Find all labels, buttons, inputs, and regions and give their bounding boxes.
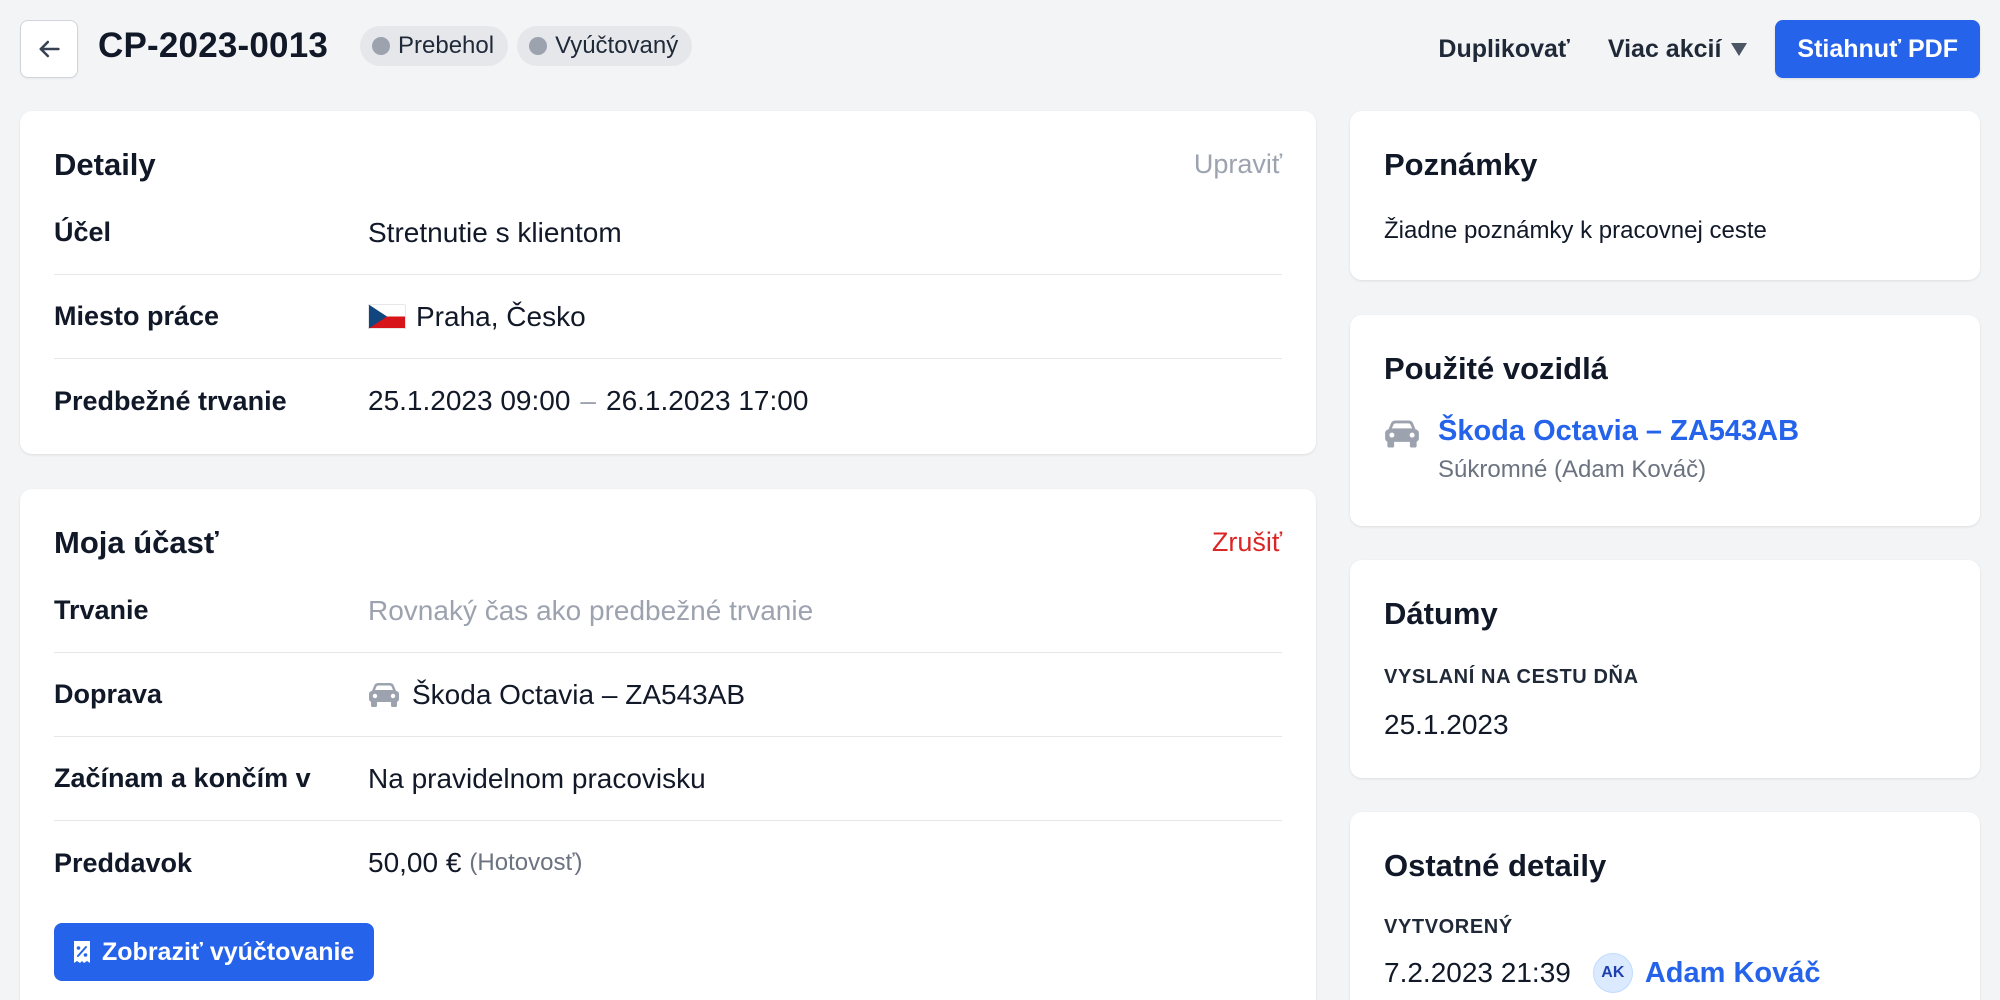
detail-row-workplace: Miesto práce Praha, Česko bbox=[54, 275, 1282, 359]
participation-value-wrap: Škoda Octavia – ZA543AB bbox=[368, 679, 745, 711]
edit-button[interactable]: Upraviť bbox=[1194, 149, 1282, 180]
receipt-icon bbox=[74, 941, 90, 963]
car-icon bbox=[1384, 419, 1420, 484]
detail-label: Predbežné trvanie bbox=[54, 385, 287, 416]
cz-flag-icon bbox=[368, 304, 406, 329]
vehicle-text: Škoda Octavia – ZA543AB Súkromné (Adam K… bbox=[1438, 415, 1799, 484]
caret-down-icon bbox=[1731, 42, 1748, 56]
vehicle-item: Škoda Octavia – ZA543AB Súkromné (Adam K… bbox=[1384, 415, 1799, 484]
more-actions-label: Viac akcií bbox=[1607, 34, 1722, 63]
status-badges: Prebehol Vyúčtovaný bbox=[360, 26, 693, 66]
participation-row-start-end: Začínam a končím v Na pravidelnom pracov… bbox=[54, 737, 1282, 821]
car-icon bbox=[368, 682, 400, 708]
vehicle-owner: Súkromné (Adam Kováč) bbox=[1438, 456, 1707, 483]
participation-value: Rovnaký čas ako predbežné trvanie bbox=[368, 594, 814, 626]
more-actions-dropdown[interactable]: Viac akcií bbox=[1608, 35, 1748, 64]
participation-label: Začínam a končím v bbox=[54, 763, 311, 793]
detail-value-wrap: 25.1.2023 09:00 – 26.1.2023 17:00 bbox=[368, 385, 808, 417]
arrow-left-icon bbox=[39, 40, 60, 58]
detail-label: Miesto práce bbox=[54, 301, 220, 331]
participation-value: Na pravidelnom pracovisku bbox=[368, 762, 706, 794]
download-pdf-button[interactable]: Stiahnuť PDF bbox=[1775, 20, 1980, 78]
status-dot-icon bbox=[529, 37, 548, 55]
participation-label: Doprava bbox=[54, 679, 163, 709]
participation-row-duration: Trvanie Rovnaký čas ako predbežné trvani… bbox=[54, 569, 1282, 653]
participation-row-transport: Doprava Škoda Octavia – ZA543AB bbox=[54, 653, 1282, 737]
other-details-title: Ostatné detaily bbox=[1384, 848, 1607, 883]
duration-end: 26.1.2023 17:00 bbox=[606, 385, 809, 416]
page-header: CP-2023-0013 Prebehol Vyúčtovaný Dupliko… bbox=[20, 18, 1980, 78]
created-label: VYTVORENÝ bbox=[1384, 916, 1513, 938]
details-rows: Účel Stretnutie s klientom Miesto práce … bbox=[54, 191, 1282, 443]
detail-value-wrap: Praha, Česko bbox=[368, 301, 586, 333]
show-settlement-button[interactable]: Zobraziť vyúčtovanie bbox=[54, 923, 375, 981]
dates-title: Dátumy bbox=[1384, 596, 1498, 631]
vehicles-card: Použité vozidlá Škoda Octavia – ZA543AB … bbox=[1350, 315, 1980, 526]
detail-label: Účel bbox=[54, 217, 112, 247]
detail-value: Stretnutie s klientom bbox=[368, 216, 622, 248]
advance-amount: 50,00 € bbox=[368, 847, 462, 878]
notes-empty-text: Žiadne poznámky k pracovnej ceste bbox=[1384, 217, 1767, 244]
details-card: Detaily Upraviť Účel Stretnutie s klient… bbox=[20, 111, 1316, 454]
cancel-participation-button[interactable]: Zrušiť bbox=[1212, 527, 1282, 558]
creator-link[interactable]: Adam Kováč bbox=[1645, 957, 1821, 990]
detail-row-purpose: Účel Stretnutie s klientom bbox=[54, 191, 1282, 275]
vehicle-link[interactable]: Škoda Octavia – ZA543AB bbox=[1438, 415, 1799, 448]
show-settlement-label: Zobraziť vyúčtovanie bbox=[102, 937, 355, 966]
created-info: 7.2.2023 21:39 AK Adam Kováč bbox=[1384, 953, 1821, 993]
other-details-card: Ostatné detaily VYTVORENÝ 7.2.2023 21:39… bbox=[1350, 812, 1980, 1000]
page-title: CP-2023-0013 bbox=[98, 26, 329, 65]
duration-separator: – bbox=[580, 385, 596, 416]
created-date: 7.2.2023 21:39 bbox=[1384, 957, 1571, 988]
detail-row-duration: Predbežné trvanie 25.1.2023 09:00 – 26.1… bbox=[54, 359, 1282, 443]
header-actions: Duplikovať Viac akcií Stiahnuť PDF bbox=[1438, 20, 1980, 78]
participation-card: Moja účasť Zrušiť Trvanie Rovnaký čas ak… bbox=[20, 489, 1316, 1000]
status-badge-label: Vyúčtovaný bbox=[555, 32, 679, 59]
status-dot-icon bbox=[372, 37, 390, 55]
dates-card: Dátumy VYSLANÍ NA CESTU DŇA 25.1.2023 bbox=[1350, 560, 1980, 778]
detail-value: Praha, Česko bbox=[416, 300, 586, 332]
duplicate-button[interactable]: Duplikovať bbox=[1438, 35, 1569, 64]
duration-start: 25.1.2023 09:00 bbox=[368, 385, 571, 416]
vehicles-title: Použité vozidlá bbox=[1384, 351, 1608, 386]
participation-title: Moja účasť bbox=[54, 525, 219, 560]
status-badge-completed: Prebehol bbox=[360, 26, 509, 66]
participation-value: Škoda Octavia – ZA543AB bbox=[412, 678, 746, 710]
details-title: Detaily bbox=[54, 147, 156, 182]
notes-card: Poznámky Žiadne poznámky k pracovnej ces… bbox=[1350, 111, 1980, 280]
participation-row-advance: Preddavok 50,00 € (Hotovosť) bbox=[54, 821, 1282, 905]
sent-date-label: VYSLANÍ NA CESTU DŇA bbox=[1384, 666, 1639, 688]
notes-title: Poznámky bbox=[1384, 147, 1538, 182]
advance-payment-type: (Hotovosť) bbox=[469, 849, 583, 876]
participation-label: Preddavok bbox=[54, 847, 193, 878]
participation-value-wrap: 50,00 € (Hotovosť) bbox=[368, 847, 582, 879]
sent-date-value: 25.1.2023 bbox=[1384, 709, 1509, 740]
participation-label: Trvanie bbox=[54, 595, 149, 625]
status-badge-settled: Vyúčtovaný bbox=[517, 26, 693, 66]
status-badge-label: Prebehol bbox=[398, 32, 495, 59]
participation-rows: Trvanie Rovnaký čas ako predbežné trvani… bbox=[54, 569, 1282, 905]
avatar: AK bbox=[1592, 953, 1633, 993]
back-button[interactable] bbox=[20, 20, 78, 78]
